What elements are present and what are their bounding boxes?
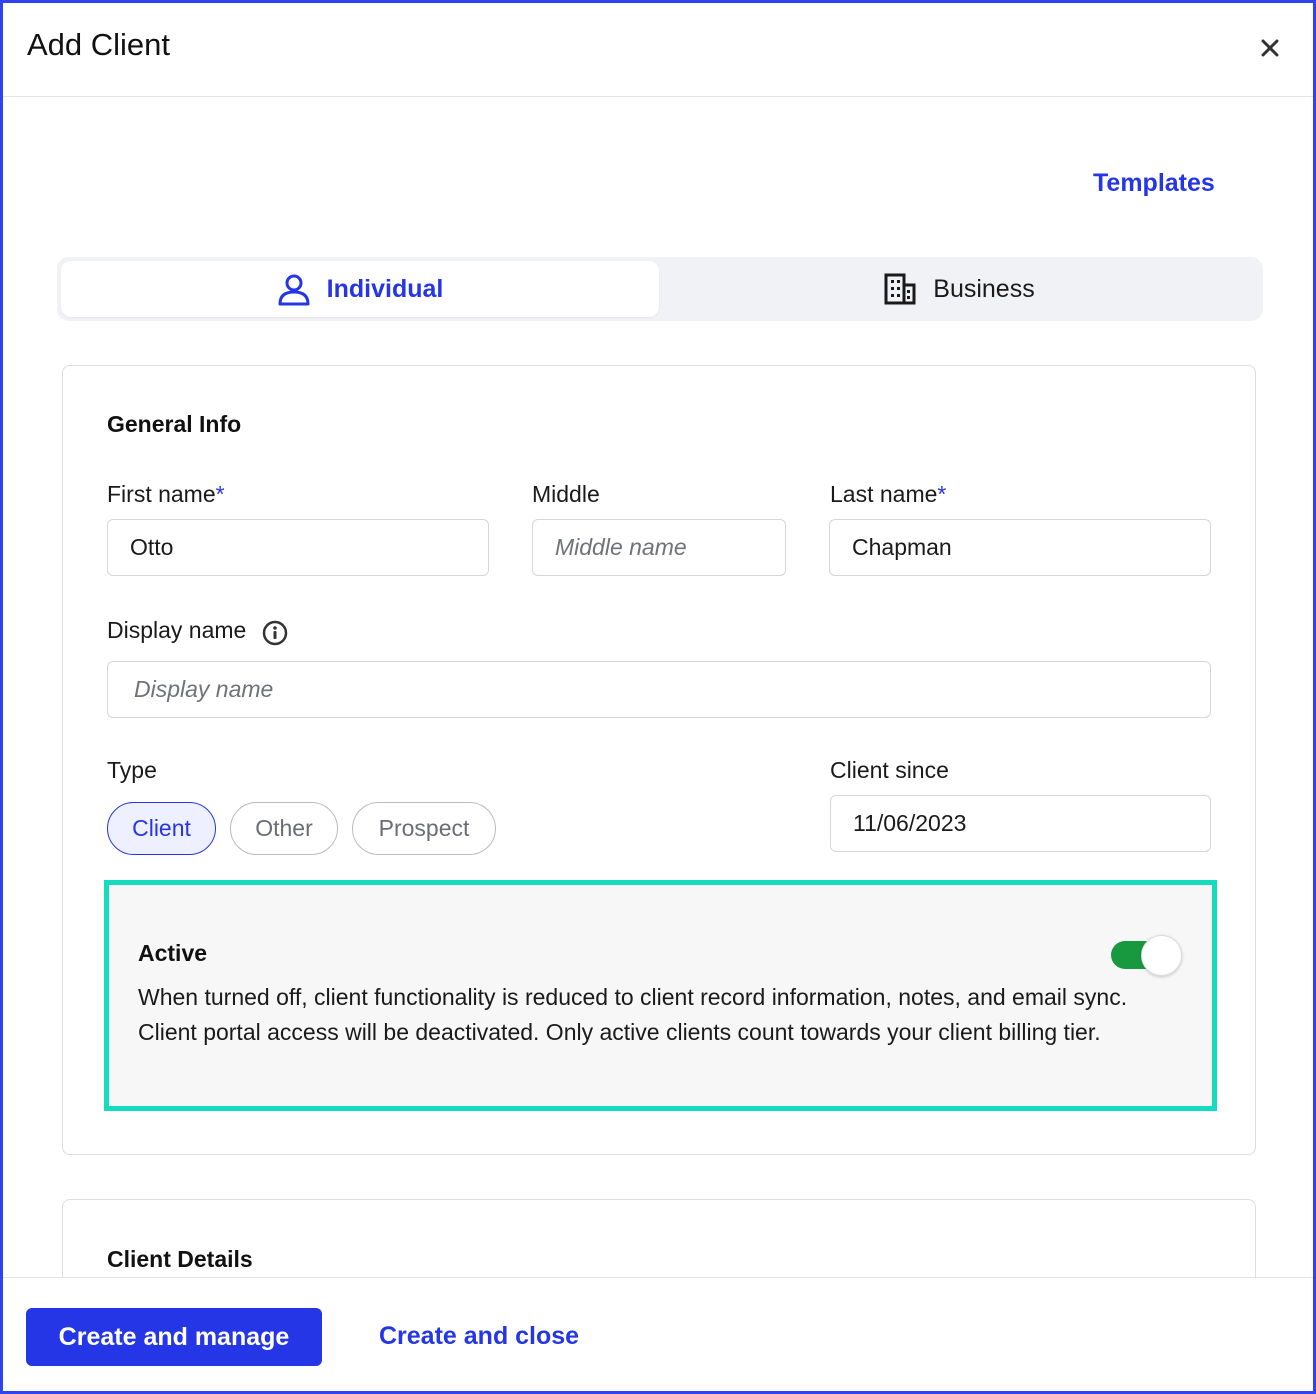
close-button[interactable] bbox=[1257, 35, 1283, 61]
building-icon bbox=[884, 273, 916, 305]
close-icon bbox=[1261, 39, 1279, 57]
add-client-modal: Add Client Templates Individual Business… bbox=[0, 0, 1316, 1394]
user-icon bbox=[278, 274, 310, 306]
active-toggle[interactable] bbox=[1111, 935, 1183, 976]
active-description: When turned off, client functionality is… bbox=[138, 984, 1128, 1045]
templates-link[interactable]: Templates bbox=[1093, 169, 1215, 198]
first-name-label: First name* bbox=[107, 481, 225, 507]
tab-individual[interactable]: Individual bbox=[61, 261, 659, 317]
modal-header: Add Client bbox=[3, 3, 1313, 97]
display-name-label: Display name bbox=[107, 617, 247, 643]
info-icon[interactable] bbox=[262, 620, 288, 646]
tab-business-label: Business bbox=[933, 274, 1035, 303]
client-since-input[interactable] bbox=[830, 795, 1211, 852]
active-title: Active bbox=[138, 940, 208, 966]
create-and-close-link[interactable]: Create and close bbox=[379, 1322, 579, 1351]
type-option-other[interactable]: Other bbox=[230, 802, 338, 855]
type-option-prospect[interactable]: Prospect bbox=[352, 802, 496, 855]
client-details-heading: Client Details bbox=[107, 1246, 253, 1272]
last-name-label: Last name* bbox=[830, 481, 947, 507]
middle-name-input[interactable] bbox=[532, 519, 786, 576]
middle-label: Middle bbox=[532, 481, 600, 507]
client-since-label: Client since bbox=[830, 757, 949, 783]
client-type-toggle: Individual Business bbox=[57, 257, 1263, 321]
type-option-client[interactable]: Client bbox=[107, 802, 216, 855]
tab-business[interactable]: Business bbox=[659, 261, 1259, 317]
display-name-input[interactable] bbox=[107, 661, 1211, 718]
modal-title: Add Client bbox=[27, 27, 171, 62]
create-and-manage-button[interactable]: Create and manage bbox=[26, 1308, 322, 1366]
tab-individual-label: Individual bbox=[326, 274, 444, 303]
last-name-input[interactable] bbox=[829, 519, 1211, 576]
toggle-knob bbox=[1141, 935, 1182, 976]
first-name-input[interactable] bbox=[107, 519, 489, 576]
active-setting-panel: Active When turned off, client functiona… bbox=[104, 880, 1217, 1111]
general-info-card: General Info First name* Middle Last nam… bbox=[62, 365, 1256, 1155]
type-label: Type bbox=[107, 757, 157, 783]
modal-footer: Create and manage Create and close bbox=[3, 1277, 1313, 1391]
general-info-heading: General Info bbox=[107, 411, 242, 437]
